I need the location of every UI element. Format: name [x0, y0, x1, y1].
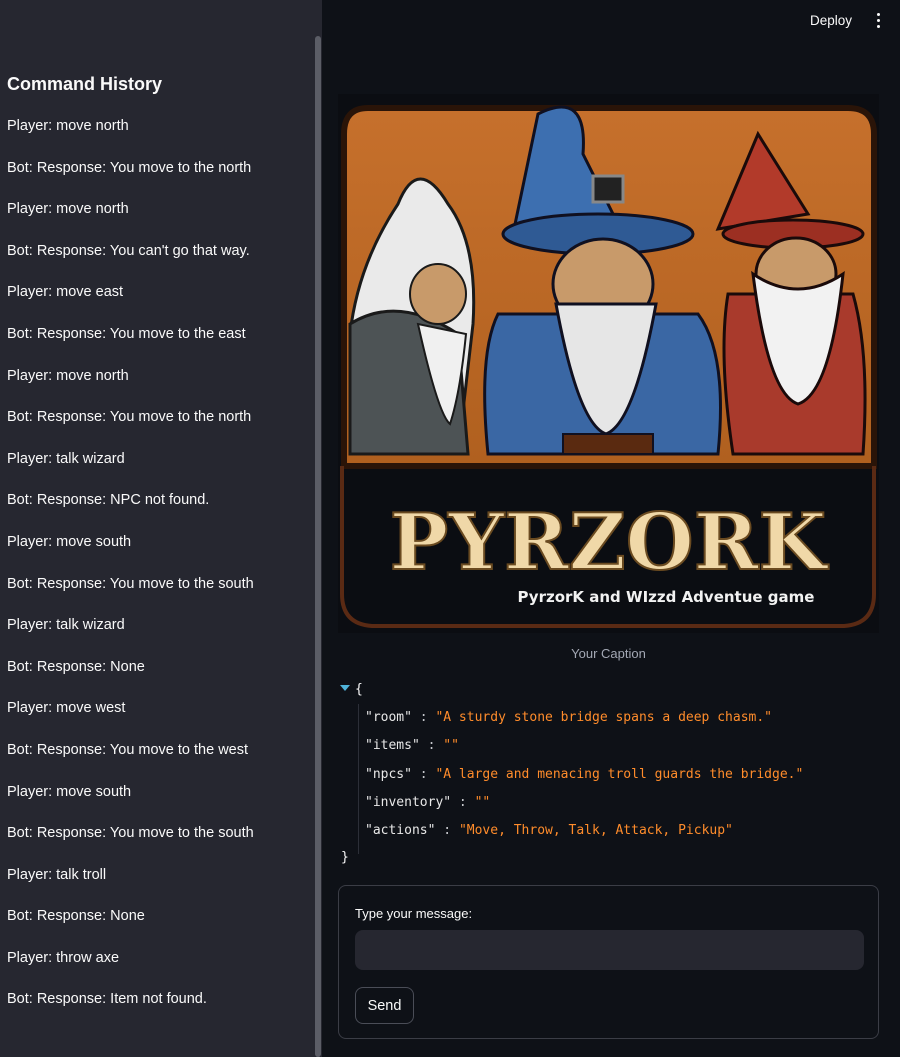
history-item: Player: talk wizard — [7, 617, 125, 634]
banner-subtitle: PyrzorK and WIzzd Adventue game — [518, 588, 815, 606]
history-item: Player: talk troll — [7, 866, 107, 883]
json-row-items: "items" : "" — [365, 738, 459, 753]
history-item: Bot: Response: NPC not found. — [7, 492, 210, 509]
image-caption: Your Caption — [571, 646, 646, 661]
deploy-button[interactable]: Deploy — [810, 13, 852, 28]
json-key: "inventory" — [365, 795, 452, 810]
vertical-ellipsis-icon[interactable] — [874, 13, 884, 31]
json-indent-guide — [358, 704, 359, 854]
history-item: Player: throw axe — [7, 949, 120, 966]
banner-illustration: PYRZORK PyrzorK and WIzzd Adventue game — [338, 94, 879, 633]
history-item: Bot: Response: You move to the east — [7, 325, 246, 342]
json-row-actions: "actions" : "Move, Throw, Talk, Attack, … — [365, 823, 733, 838]
history-item: Bot: Response: You move to the south — [7, 825, 254, 842]
history-item: Player: talk wizard — [7, 450, 125, 467]
collapse-toggle-icon[interactable] — [340, 685, 350, 691]
history-item: Bot: Response: None — [7, 908, 145, 925]
send-button[interactable]: Send — [355, 987, 414, 1024]
history-item: Bot: Response: You move to the south — [7, 575, 254, 592]
history-item: Player: move east — [7, 284, 124, 301]
history-item: Bot: Response: You move to the west — [7, 741, 249, 758]
message-label: Type your message: — [355, 906, 473, 921]
json-value: "" — [443, 738, 459, 753]
pyrzork-banner-image: PYRZORK PyrzorK and WIzzd Adventue game — [338, 94, 879, 633]
history-item: Player: move north — [7, 367, 129, 384]
message-form: Type your message: Send — [338, 885, 879, 1039]
history-item: Player: move south — [7, 783, 132, 800]
json-row-npcs: "npcs" : "A large and menacing troll gua… — [365, 767, 804, 782]
history-item: Player: move south — [7, 533, 132, 550]
history-item: Bot: Response: None — [7, 658, 145, 675]
command-history-list: Player: move north Bot: Response: You mo… — [7, 116, 307, 1031]
message-input[interactable] — [355, 930, 864, 970]
history-item: Bot: Response: Item not found. — [7, 991, 207, 1008]
json-row-room: "room" : "A sturdy stone bridge spans a … — [365, 710, 772, 725]
json-close-brace: } — [341, 850, 349, 865]
sidebar: Command History Player: move north Bot: … — [0, 0, 322, 1057]
json-value: "Move, Throw, Talk, Attack, Pickup" — [458, 823, 733, 838]
history-item: Player: move north — [7, 201, 129, 218]
json-value: "" — [474, 795, 491, 810]
history-item: Bot: Response: You move to the north — [7, 159, 252, 176]
json-value: "A large and menacing troll guards the b… — [435, 767, 804, 782]
json-key: "npcs" — [365, 767, 412, 782]
json-value: "A sturdy stone bridge spans a deep chas… — [435, 710, 772, 725]
sidebar-scrollbar[interactable] — [315, 36, 321, 1057]
json-key: "actions" — [365, 823, 436, 838]
history-item: Player: move west — [7, 700, 126, 717]
history-item: Bot: Response: You move to the north — [7, 409, 252, 426]
json-open-brace: { — [355, 682, 363, 697]
history-item: Bot: Response: You can't go that way. — [7, 242, 250, 259]
banner-title: PYRZORK — [390, 497, 830, 588]
json-row-inventory: "inventory" : "" — [365, 795, 491, 810]
json-key: "items" — [365, 738, 420, 753]
history-item: Player: move north — [7, 118, 129, 134]
json-key: "room" — [365, 710, 412, 725]
command-history-title: Command History — [7, 74, 163, 94]
